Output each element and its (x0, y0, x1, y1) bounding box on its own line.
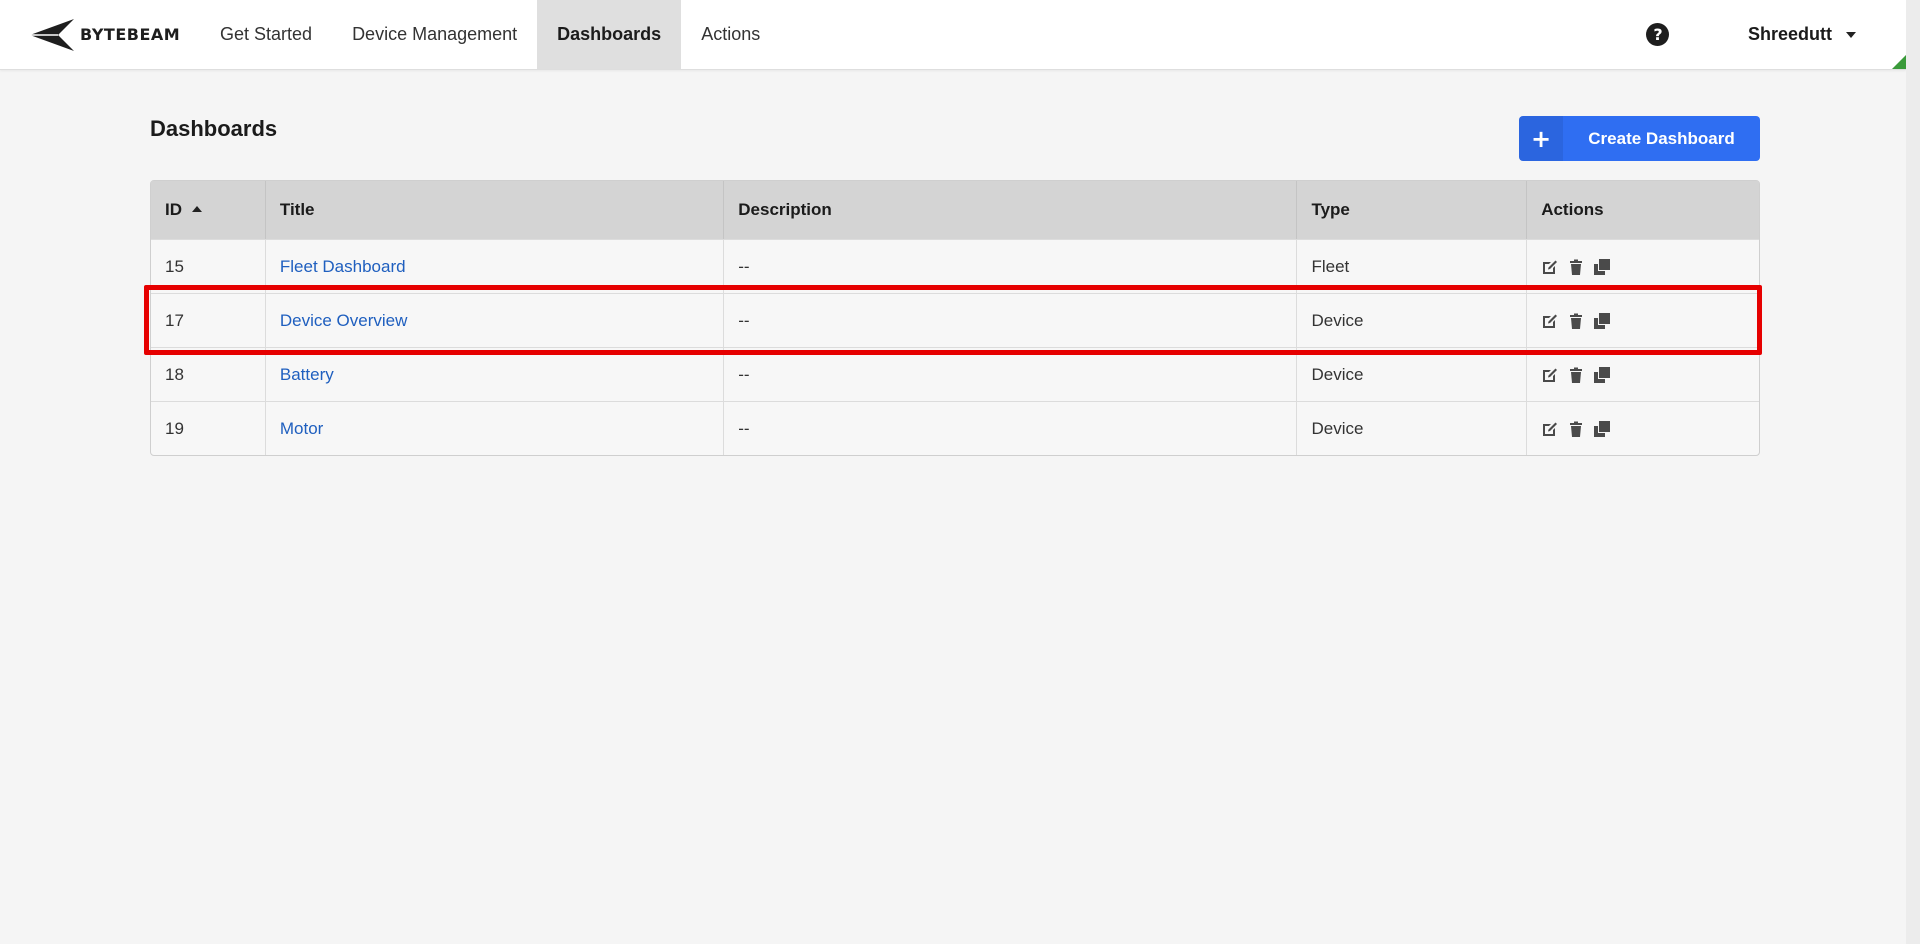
user-name: Shreedutt (1747, 24, 1832, 44)
cell-type: Device (1297, 401, 1528, 455)
table-row: 19 Motor -- Device (151, 401, 1759, 455)
cell-actions (1527, 293, 1759, 347)
nav-dashboards[interactable]: Dashboards (537, 0, 682, 69)
column-header-type[interactable]: Type (1297, 181, 1528, 239)
cell-description: -- (724, 347, 1298, 401)
cell-description: -- (724, 239, 1298, 293)
cell-type: Fleet (1297, 239, 1528, 293)
corner-indicator-icon (1892, 55, 1906, 69)
trash-icon[interactable] (1567, 366, 1585, 384)
table-row: 18 Battery -- Device (151, 347, 1759, 401)
cell-id: 15 (151, 239, 266, 293)
nav-device-management[interactable]: Device Management (332, 0, 537, 69)
help-button[interactable]: ? (1628, 0, 1688, 69)
cell-title: Device Overview (265, 293, 725, 347)
plus-icon: + (1519, 116, 1563, 161)
trash-icon[interactable] (1567, 312, 1585, 330)
cell-actions (1527, 239, 1759, 293)
cell-title: Battery (265, 347, 725, 401)
column-header-id[interactable]: ID (151, 181, 266, 239)
cell-id: 18 (151, 347, 266, 401)
cell-actions (1527, 401, 1759, 455)
column-header-description[interactable]: Description (724, 181, 1298, 239)
create-dashboard-label: Create Dashboard (1588, 128, 1735, 148)
cell-type: Device (1297, 293, 1528, 347)
dashboard-link[interactable]: Fleet Dashboard (280, 257, 406, 276)
brand-logo[interactable]: BYTEBEAM (0, 0, 200, 69)
cell-description: -- (724, 401, 1298, 455)
copy-icon[interactable] (1593, 366, 1611, 384)
table-row: 17 Device Overview -- Device (151, 293, 1759, 347)
sort-ascending-icon (192, 205, 202, 212)
cell-id: 17 (151, 293, 266, 347)
brand-name: BYTEBEAM (80, 25, 181, 44)
caret-down-icon (1846, 31, 1856, 38)
table-header-row: ID Title Description Type Actions (151, 181, 1759, 239)
nav-actions[interactable]: Actions (681, 0, 780, 69)
scrollbar[interactable] (1906, 0, 1920, 944)
cell-title: Motor (265, 401, 725, 455)
copy-icon[interactable] (1593, 258, 1611, 276)
cell-actions (1527, 347, 1759, 401)
nav-get-started[interactable]: Get Started (200, 0, 332, 69)
question-circle-icon: ? (1646, 23, 1670, 46)
cell-type: Device (1297, 347, 1528, 401)
copy-icon[interactable] (1593, 420, 1611, 438)
cell-id: 19 (151, 401, 266, 455)
dashboard-link[interactable]: Battery (280, 365, 334, 384)
cell-title: Fleet Dashboard (265, 239, 725, 293)
column-header-actions: Actions (1527, 181, 1759, 239)
trash-icon[interactable] (1567, 420, 1585, 438)
cell-description: -- (724, 293, 1298, 347)
top-navbar: BYTEBEAM Get Started Device Management D… (0, 0, 1906, 70)
column-header-title[interactable]: Title (265, 181, 725, 239)
page-title: Dashboards (150, 116, 278, 141)
edit-icon[interactable] (1541, 366, 1559, 384)
trash-icon[interactable] (1567, 258, 1585, 276)
edit-icon[interactable] (1541, 258, 1559, 276)
edit-icon[interactable] (1541, 312, 1559, 330)
bytebeam-logo-icon (30, 18, 74, 51)
edit-icon[interactable] (1541, 420, 1559, 438)
dashboard-link[interactable]: Device Overview (280, 311, 408, 330)
create-dashboard-button[interactable]: + Create Dashboard (1519, 116, 1760, 161)
copy-icon[interactable] (1593, 312, 1611, 330)
user-menu[interactable]: Shreedutt (1688, 0, 1906, 69)
dashboard-link[interactable]: Motor (280, 419, 323, 438)
table-row: 15 Fleet Dashboard -- Fleet (151, 239, 1759, 293)
dashboards-table: ID Title Description Type Actions 15 Fle… (150, 180, 1760, 456)
